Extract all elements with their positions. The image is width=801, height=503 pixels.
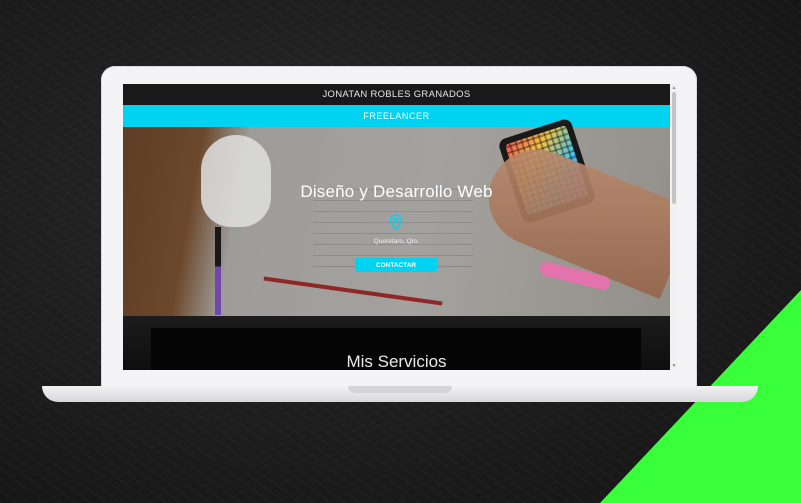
services-section: Mis Servicios	[123, 316, 670, 370]
chevron-up-icon[interactable]: ▲	[671, 85, 677, 91]
banner-label: FREELANCER	[363, 111, 430, 121]
contact-button[interactable]: CONTACTAR	[355, 258, 437, 272]
laptop-screen: JONATAN ROBLES GRANADOS FREELANCER Diseñ…	[123, 84, 678, 370]
hero-section: Diseño y Desarrollo Web Querétaro, Qro. …	[123, 117, 678, 316]
contact-button-label: CONTACTAR	[375, 261, 417, 269]
site-owner-name: JONATAN ROBLES GRANADOS	[322, 89, 471, 100]
hero-title: Diseño y Desarrollo Web	[300, 182, 493, 201]
location-pin-icon	[389, 214, 403, 231]
services-title: Mis Servicios	[346, 352, 447, 370]
freelancer-banner: FREELANCER	[123, 105, 670, 127]
scrollbar-thumb[interactable]	[672, 92, 676, 204]
chevron-down-icon[interactable]: ▼	[671, 363, 677, 369]
hero-location: Querétaro, Qro.	[373, 238, 420, 245]
laptop-notch	[348, 386, 452, 393]
site-header: JONATAN ROBLES GRANADOS	[123, 84, 670, 105]
